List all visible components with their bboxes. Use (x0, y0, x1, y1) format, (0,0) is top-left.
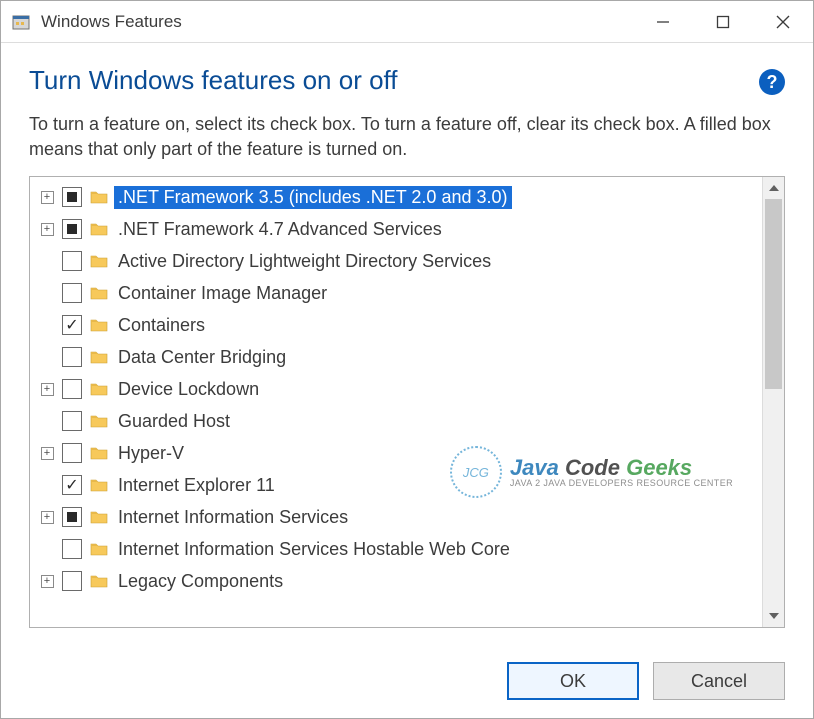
folder-icon (88, 381, 110, 397)
feature-row[interactable]: Internet Information Services Hostable W… (30, 533, 762, 565)
folder-icon (88, 509, 110, 525)
feature-label[interactable]: Active Directory Lightweight Directory S… (114, 250, 495, 273)
feature-checkbox[interactable] (62, 347, 82, 367)
expand-icon[interactable]: + (41, 383, 54, 396)
features-tree-container: + .NET Framework 3.5 (includes .NET 2.0 a… (29, 176, 785, 628)
ok-button[interactable]: OK (507, 662, 639, 700)
feature-label[interactable]: Legacy Components (114, 570, 287, 593)
expand-cell[interactable]: + (36, 223, 58, 236)
close-button[interactable] (753, 1, 813, 42)
folder-icon (88, 477, 110, 493)
feature-checkbox[interactable] (62, 315, 82, 335)
feature-row[interactable]: Internet Explorer 11 (30, 469, 762, 501)
feature-label[interactable]: .NET Framework 3.5 (includes .NET 2.0 an… (114, 186, 512, 209)
feature-label[interactable]: Container Image Manager (114, 282, 331, 305)
feature-checkbox[interactable] (62, 571, 82, 591)
feature-row[interactable]: + Device Lockdown (30, 373, 762, 405)
expand-icon[interactable]: + (41, 575, 54, 588)
feature-row[interactable]: + .NET Framework 4.7 Advanced Services (30, 213, 762, 245)
window-title: Windows Features (41, 12, 633, 32)
description-text: To turn a feature on, select its check b… (29, 112, 785, 162)
feature-checkbox[interactable] (62, 411, 82, 431)
feature-row[interactable]: Containers (30, 309, 762, 341)
title-controls (633, 1, 813, 42)
feature-row[interactable]: + Legacy Components (30, 565, 762, 597)
feature-label[interactable]: Hyper-V (114, 442, 188, 465)
feature-checkbox[interactable] (62, 251, 82, 271)
dialog-body: Turn Windows features on or off ? To tur… (1, 43, 813, 628)
scroll-thumb[interactable] (765, 199, 782, 389)
feature-row[interactable]: Active Directory Lightweight Directory S… (30, 245, 762, 277)
expand-cell[interactable]: + (36, 575, 58, 588)
expand-cell[interactable]: + (36, 511, 58, 524)
feature-label[interactable]: Internet Explorer 11 (114, 474, 279, 497)
features-tree[interactable]: + .NET Framework 3.5 (includes .NET 2.0 a… (30, 177, 762, 627)
expand-cell[interactable]: + (36, 191, 58, 204)
feature-label[interactable]: Internet Information Services Hostable W… (114, 538, 514, 561)
feature-checkbox[interactable] (62, 539, 82, 559)
feature-row[interactable]: Guarded Host (30, 405, 762, 437)
help-icon[interactable]: ? (759, 69, 785, 95)
feature-row[interactable]: Container Image Manager (30, 277, 762, 309)
feature-checkbox[interactable] (62, 379, 82, 399)
maximize-button[interactable] (693, 1, 753, 42)
expand-icon[interactable]: + (41, 191, 54, 204)
checkbox-cell[interactable] (58, 475, 86, 495)
folder-icon (88, 285, 110, 301)
vertical-scrollbar[interactable] (762, 177, 784, 627)
feature-checkbox[interactable] (62, 507, 82, 527)
expand-cell[interactable]: + (36, 447, 58, 460)
cancel-button[interactable]: Cancel (653, 662, 785, 700)
expand-icon[interactable]: + (41, 511, 54, 524)
checkbox-cell[interactable] (58, 315, 86, 335)
expand-cell[interactable]: + (36, 383, 58, 396)
checkbox-cell[interactable] (58, 507, 86, 527)
feature-label[interactable]: Containers (114, 314, 209, 337)
folder-icon (88, 221, 110, 237)
expand-icon[interactable]: + (41, 223, 54, 236)
feature-row[interactable]: + .NET Framework 3.5 (includes .NET 2.0 a… (30, 181, 762, 213)
app-icon (11, 12, 31, 32)
minimize-button[interactable] (633, 1, 693, 42)
scroll-down-arrow[interactable] (763, 605, 784, 627)
checkbox-cell[interactable] (58, 283, 86, 303)
scroll-up-arrow[interactable] (763, 177, 784, 199)
folder-icon (88, 541, 110, 557)
expand-icon[interactable]: + (41, 447, 54, 460)
feature-label[interactable]: Data Center Bridging (114, 346, 290, 369)
checkbox-cell[interactable] (58, 251, 86, 271)
folder-icon (88, 413, 110, 429)
feature-row[interactable]: + Hyper-V (30, 437, 762, 469)
folder-icon (88, 445, 110, 461)
checkbox-cell[interactable] (58, 187, 86, 207)
checkbox-cell[interactable] (58, 347, 86, 367)
checkbox-cell[interactable] (58, 411, 86, 431)
checkbox-cell[interactable] (58, 571, 86, 591)
folder-icon (88, 189, 110, 205)
dialog-button-row: OK Cancel (507, 662, 785, 700)
checkbox-cell[interactable] (58, 539, 86, 559)
checkbox-cell[interactable] (58, 443, 86, 463)
feature-checkbox[interactable] (62, 475, 82, 495)
folder-icon (88, 317, 110, 333)
feature-row[interactable]: Data Center Bridging (30, 341, 762, 373)
checkbox-cell[interactable] (58, 379, 86, 399)
feature-checkbox[interactable] (62, 443, 82, 463)
page-heading: Turn Windows features on or off (29, 65, 398, 96)
feature-checkbox[interactable] (62, 187, 82, 207)
folder-icon (88, 253, 110, 269)
feature-label[interactable]: Device Lockdown (114, 378, 263, 401)
feature-label[interactable]: Guarded Host (114, 410, 234, 433)
feature-label[interactable]: Internet Information Services (114, 506, 352, 529)
feature-label[interactable]: .NET Framework 4.7 Advanced Services (114, 218, 446, 241)
feature-checkbox[interactable] (62, 219, 82, 239)
feature-row[interactable]: + Internet Information Services (30, 501, 762, 533)
checkbox-cell[interactable] (58, 219, 86, 239)
folder-icon (88, 573, 110, 589)
title-bar: Windows Features (1, 1, 813, 43)
folder-icon (88, 349, 110, 365)
feature-checkbox[interactable] (62, 283, 82, 303)
